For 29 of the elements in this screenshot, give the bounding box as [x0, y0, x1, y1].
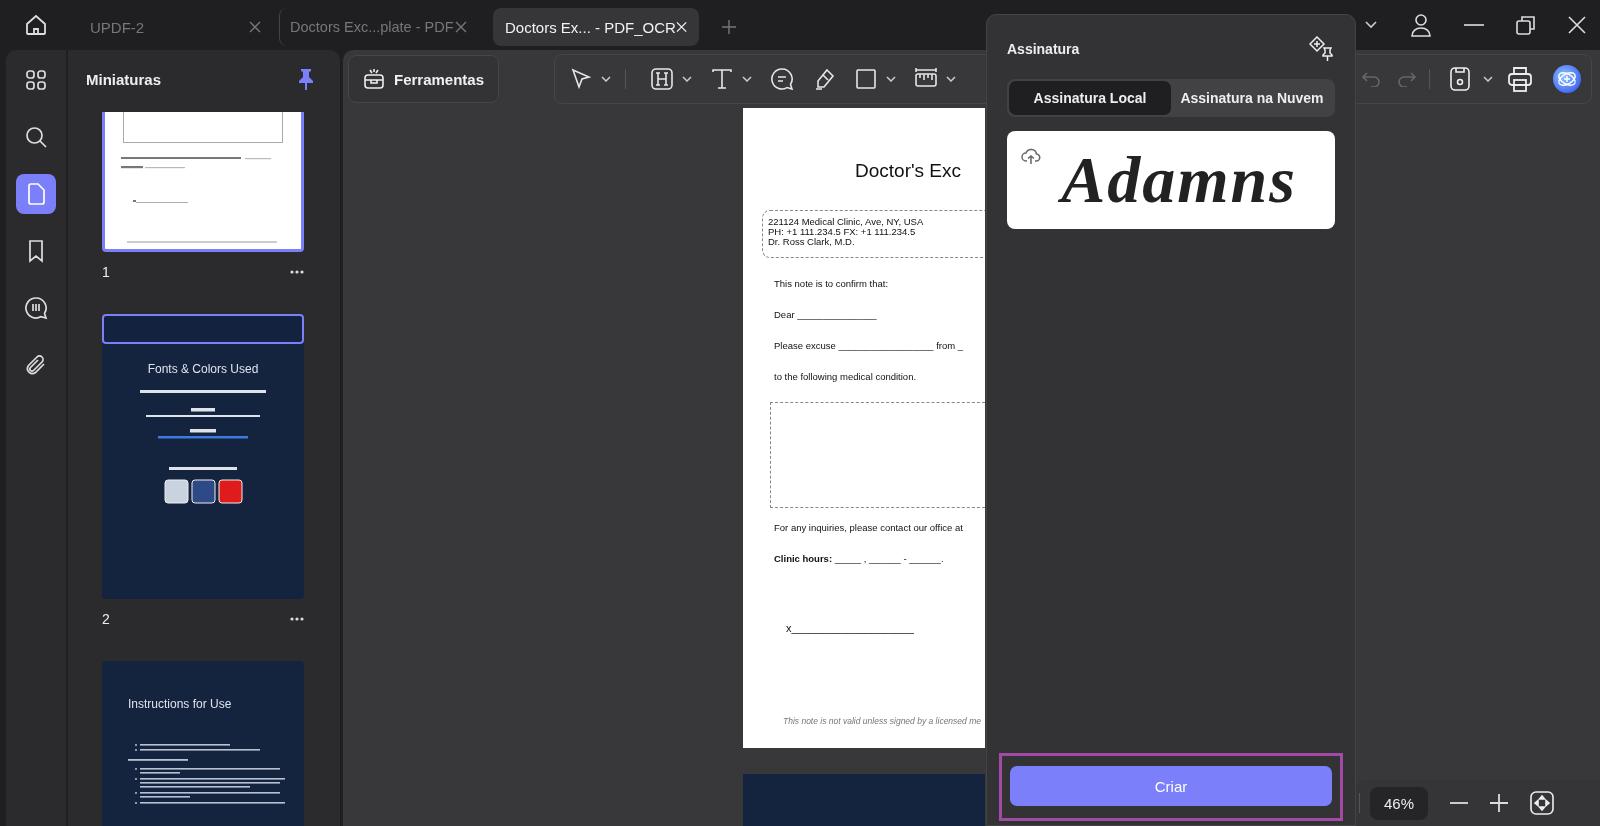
panel-title: Assinatura	[1007, 41, 1080, 57]
address-text: 221124 Medical Clinic, Ave, NY, USA	[768, 217, 925, 227]
document-text: For any inquiries, please contact our office at	[774, 522, 964, 533]
signature-text: Adamns	[1045, 142, 1297, 218]
page-thumbnail[interactable]: Fonts & Colors Used	[102, 314, 304, 599]
signature-tab[interactable]: Assinatura na Nuvem	[1171, 81, 1333, 115]
document-tab[interactable]: Doctors Exc...plate - PDF	[279, 8, 479, 46]
page-number: 1	[102, 264, 110, 280]
document-title: Doctor's Exc	[855, 160, 963, 182]
signature-card[interactable]: Adamns	[1007, 131, 1335, 229]
zoom-field[interactable]: 46%	[1370, 786, 1429, 820]
document-text: to the following medical condition.	[774, 371, 918, 382]
signature-tab[interactable]: Assinatura Local	[1009, 81, 1171, 115]
document-text: Please excuse __________________ from _	[774, 340, 965, 351]
page-thumbnail[interactable]: Instructions for Use	[102, 661, 304, 826]
document-text: This note is to confirm that:	[774, 278, 890, 289]
tools-button[interactable]: Ferramentas	[348, 55, 500, 103]
address-text: Dr. Ross Clark, M.D.	[768, 237, 856, 247]
thumbnail-title: Fonts & Colors Used	[147, 362, 259, 376]
address-text: PH: +1 111.234.5 FX: +1 111.234.5	[768, 227, 917, 237]
document-text: Clinic hours: _____ , ______ - ______.	[774, 553, 945, 564]
document-tab[interactable]: UPDF-2	[68, 8, 273, 46]
signature-line: x____________________	[786, 622, 915, 634]
panel-title: Miniaturas	[86, 70, 161, 88]
thumbnail-title: Instructions for Use	[128, 697, 232, 711]
footer-text: This note is not valid unless signed by a licensed me	[783, 716, 982, 726]
document-text: Dear _______________	[774, 309, 878, 320]
page-number: 2	[102, 611, 110, 627]
document-tab[interactable]: Doctors Ex... - PDF_OCR	[493, 8, 699, 46]
